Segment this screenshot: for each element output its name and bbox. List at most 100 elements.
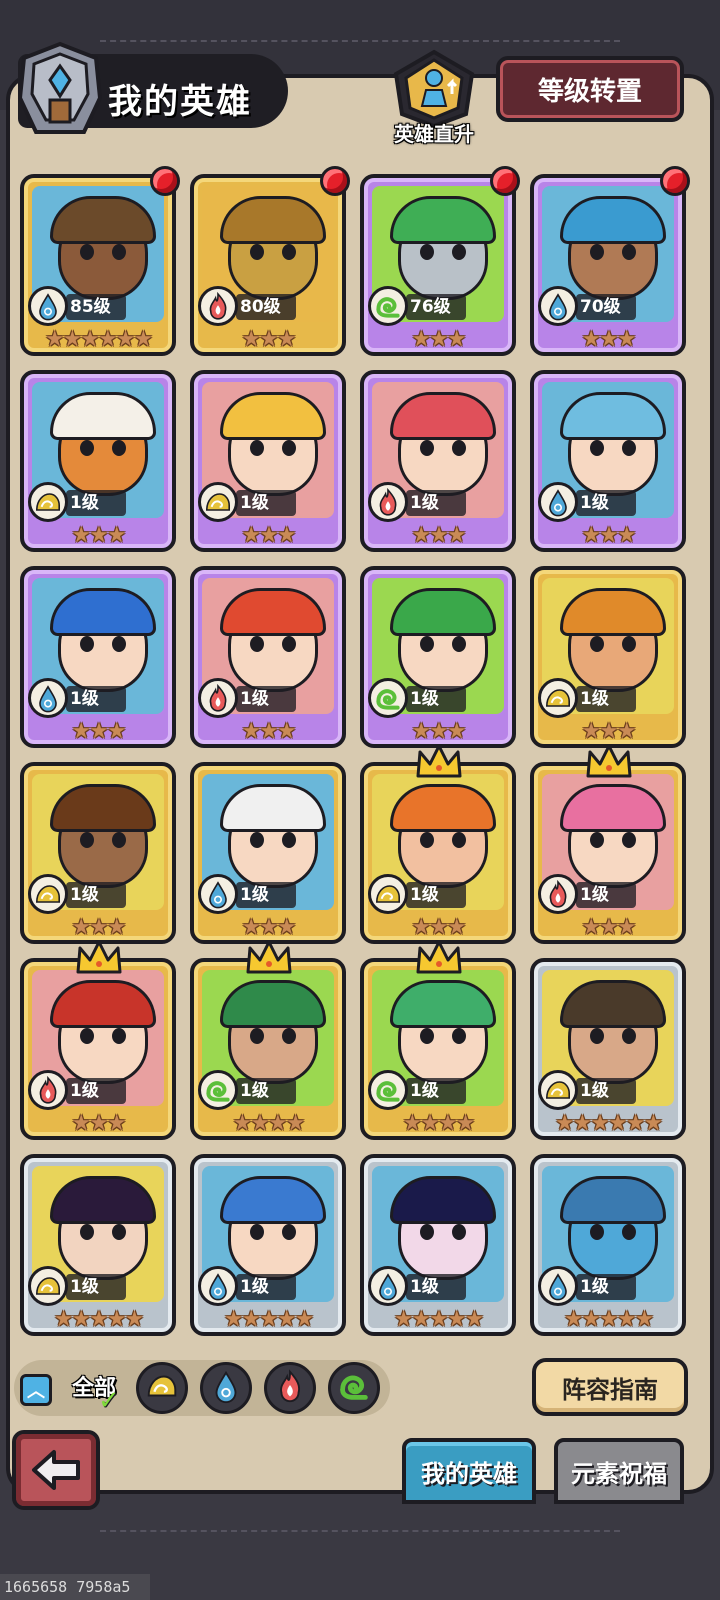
hero-card[interactable]: 76级 ★★★	[360, 174, 516, 356]
hero-level: 1级	[66, 490, 126, 516]
hero-eye-right	[282, 440, 296, 456]
water-element-icon	[368, 1266, 408, 1306]
filter-wind-button[interactable]	[328, 1362, 380, 1414]
hero-level: 1级	[236, 1078, 296, 1104]
hero-hair	[390, 588, 496, 636]
hero-eye-left	[250, 244, 264, 260]
bottom-decoration	[100, 1530, 620, 1532]
hero-stars: ★★★★★★	[44, 327, 153, 352]
hero-eye-left	[420, 636, 434, 652]
hero-level: 1级	[576, 1274, 636, 1300]
hero-card[interactable]: 80级 ★★★	[190, 174, 346, 356]
hero-stars: ★★★	[581, 523, 636, 548]
collapse-filter-button[interactable]: ︿	[20, 1374, 52, 1406]
hero-card[interactable]: 1级 ★★★	[190, 762, 346, 944]
hero-level: 1级	[406, 882, 466, 908]
hero-hair	[220, 392, 326, 440]
hero-eye-left	[590, 1224, 604, 1240]
hero-card[interactable]: 1级 ★★★	[530, 762, 686, 944]
levelup-label: 英雄直升	[394, 122, 474, 146]
hero-stars: ★★★★	[402, 1111, 476, 1136]
hero-hair	[220, 588, 326, 636]
hero-eye-right	[282, 1028, 296, 1044]
hero-hair	[560, 196, 666, 244]
hero-eye-right	[112, 1224, 126, 1240]
hero-hair	[50, 784, 156, 832]
page-title: 我的英雄	[108, 82, 252, 122]
earth-element-icon	[368, 874, 408, 914]
hero-hair	[390, 196, 496, 244]
hero-card[interactable]: 1级 ★★★★★	[530, 1154, 686, 1336]
hero-level: 76级	[406, 294, 466, 320]
hero-eye-left	[250, 832, 264, 848]
hero-card[interactable]: 1级 ★★★★★	[360, 1154, 516, 1336]
hero-stars: ★★★★★	[563, 1307, 655, 1332]
hero-level: 1级	[406, 1078, 466, 1104]
levelup-emblem-icon	[393, 49, 475, 129]
back-arrow-icon	[32, 1450, 80, 1490]
hero-card[interactable]: 1级 ★★★	[190, 370, 346, 552]
hero-hair	[560, 784, 666, 832]
filter-earth-button[interactable]	[136, 1362, 188, 1414]
hero-level: 1级	[576, 686, 636, 712]
lineup-guide-button[interactable]: 阵容指南	[532, 1358, 688, 1416]
hero-card[interactable]: 1级 ★★★★★★	[530, 958, 686, 1140]
hero-level: 1级	[236, 882, 296, 908]
earth-element-icon	[28, 482, 68, 522]
hero-eye-left	[590, 440, 604, 456]
tab-element-blessing[interactable]: 元素祝福	[554, 1438, 684, 1504]
back-button[interactable]	[12, 1430, 100, 1510]
level-transfer-button[interactable]: 等级转置	[496, 56, 684, 122]
hero-card[interactable]: 1级 ★★★	[20, 958, 176, 1140]
hero-eye-left	[80, 832, 94, 848]
hero-eye-left	[590, 832, 604, 848]
water-element-icon	[207, 1367, 245, 1409]
hero-card[interactable]: 1级 ★★★	[360, 762, 516, 944]
hero-eye-left	[80, 440, 94, 456]
hero-eye-right	[452, 832, 466, 848]
hero-card[interactable]: 1级 ★★★	[20, 370, 176, 552]
hero-card[interactable]: 1级 ★★★	[360, 566, 516, 748]
hero-eye-right	[112, 636, 126, 652]
hero-eye-right	[112, 440, 126, 456]
hero-level: 1级	[66, 686, 126, 712]
wind-element-icon	[335, 1367, 373, 1409]
hero-card[interactable]: 1级 ★★★★	[190, 958, 346, 1140]
hero-stars: ★★★	[71, 1111, 126, 1136]
wind-element-icon	[368, 678, 408, 718]
fire-element-icon	[368, 482, 408, 522]
hero-eye-right	[622, 1224, 636, 1240]
hero-card[interactable]: 85级 ★★★★★★	[20, 174, 176, 356]
hero-card[interactable]: 1级 ★★★★	[360, 958, 516, 1140]
hero-card[interactable]: 1级 ★★★	[360, 370, 516, 552]
hero-card[interactable]: 1级 ★★★	[530, 370, 686, 552]
hero-eye-right	[452, 244, 466, 260]
notification-dot	[150, 166, 180, 196]
tab-my-heroes[interactable]: 我的英雄	[402, 1438, 536, 1504]
wind-element-icon	[368, 1070, 408, 1110]
filter-water-button[interactable]	[200, 1362, 252, 1414]
hero-hair	[390, 784, 496, 832]
hero-stars: ★★★	[411, 327, 466, 352]
hero-card[interactable]: 1级 ★★★	[530, 566, 686, 748]
fire-element-icon	[538, 874, 578, 914]
fire-element-icon	[271, 1367, 309, 1409]
hero-card[interactable]: 1级 ★★★	[20, 762, 176, 944]
filter-fire-button[interactable]	[264, 1362, 316, 1414]
hero-level: 85级	[66, 294, 126, 320]
hero-card[interactable]: 70级 ★★★	[530, 174, 686, 356]
hero-eye-left	[590, 1028, 604, 1044]
hero-eye-left	[420, 440, 434, 456]
water-element-icon	[538, 286, 578, 326]
hero-card[interactable]: 1级 ★★★★★	[20, 1154, 176, 1336]
crown-icon	[416, 744, 462, 778]
hero-stars: ★★★★★★	[554, 1111, 663, 1136]
hero-card[interactable]: 1级 ★★★★★	[190, 1154, 346, 1336]
hero-hair	[390, 392, 496, 440]
hero-levelup-button[interactable]: 英雄直升	[386, 48, 482, 146]
hero-card[interactable]: 1级 ★★★	[20, 566, 176, 748]
hero-eye-right	[282, 1224, 296, 1240]
hero-card[interactable]: 1级 ★★★	[190, 566, 346, 748]
water-element-icon	[198, 874, 238, 914]
hero-hair	[560, 980, 666, 1028]
